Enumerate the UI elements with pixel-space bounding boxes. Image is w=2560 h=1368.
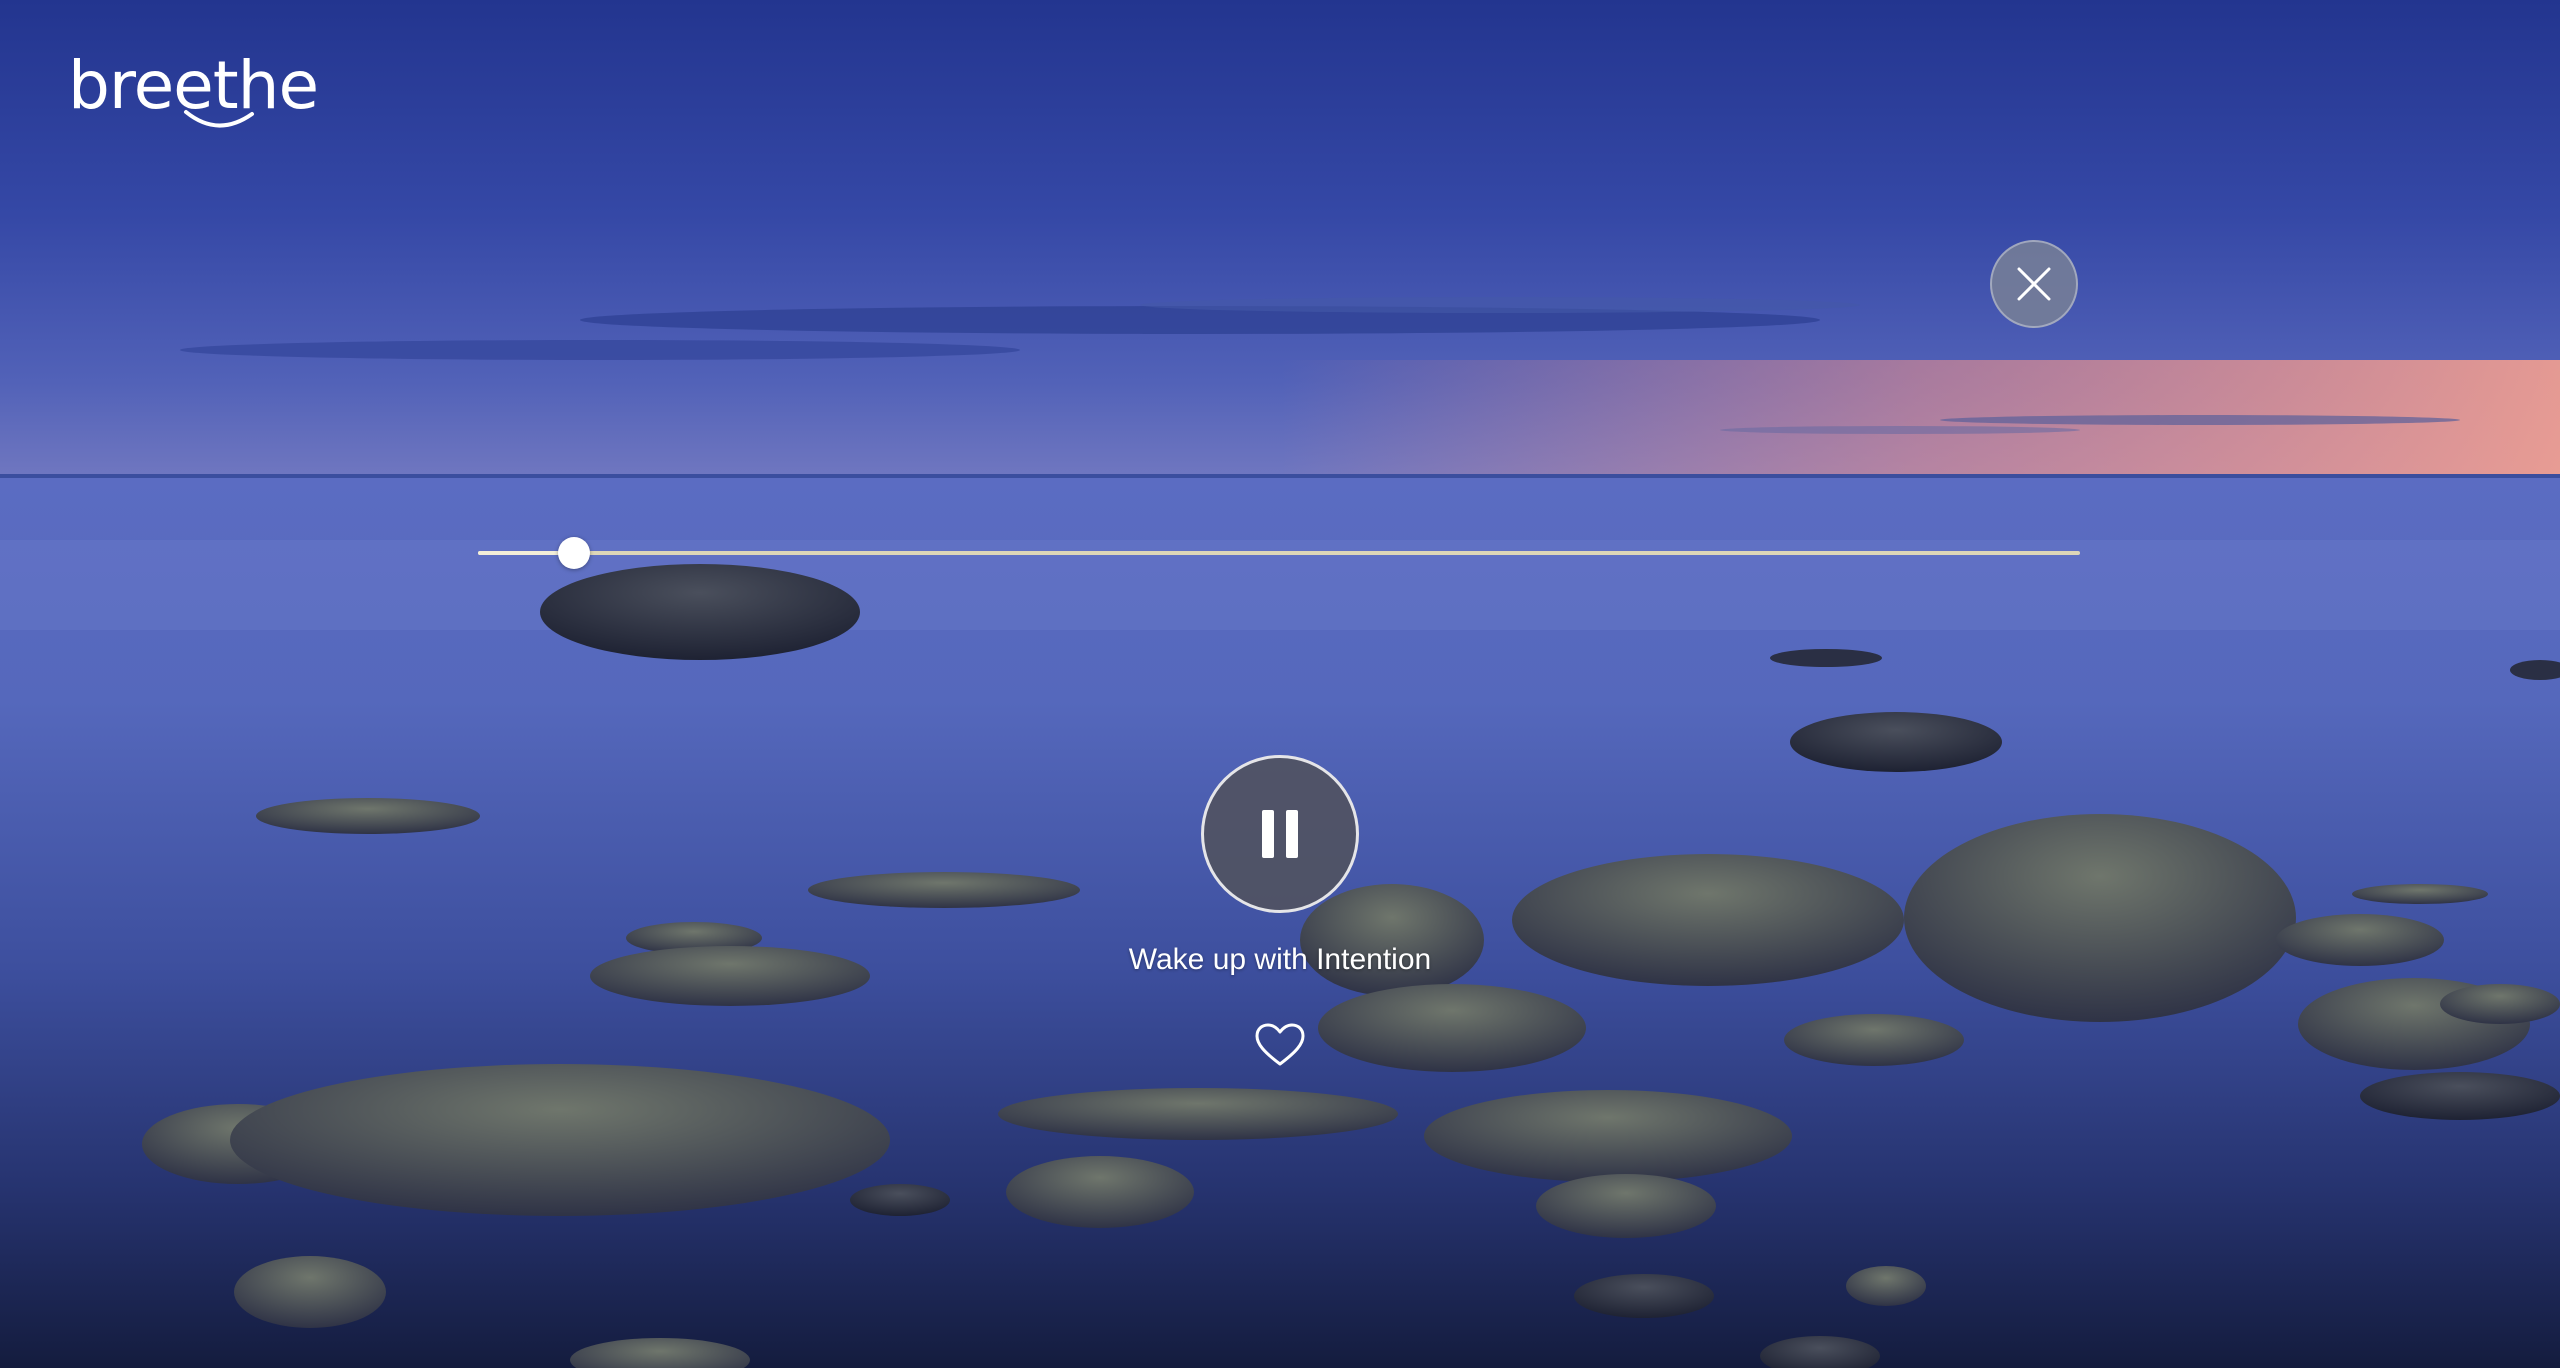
pause-icon [1262,810,1298,858]
logo-smile-icon [184,110,254,128]
close-button[interactable] [1990,240,2078,328]
progress-knob[interactable] [558,537,591,569]
background-seascape [0,0,2560,1368]
close-icon [2017,267,2051,301]
track-title: Wake up with Intention [1128,943,1432,976]
progress-track[interactable] [478,551,2080,555]
player-screen: breethe Wake up with Intention [0,0,2560,1368]
breethe-logo: breethe [68,50,319,140]
favorite-button[interactable] [1254,1022,1306,1068]
pause-button[interactable] [1201,755,1359,913]
heart-outline-icon [1255,1023,1305,1066]
progress-slider[interactable] [478,536,2080,572]
